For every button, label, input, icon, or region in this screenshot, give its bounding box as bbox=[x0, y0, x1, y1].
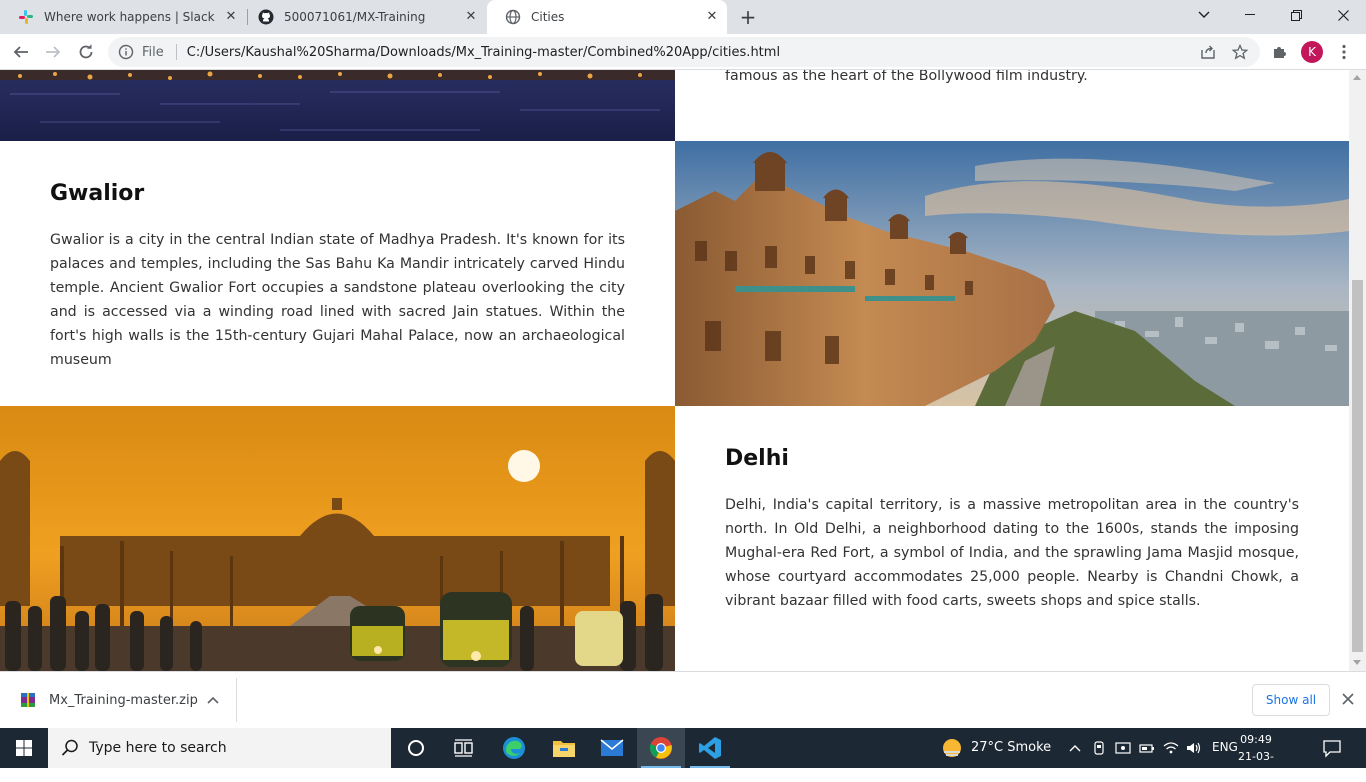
clock-date: 21-03-2022 bbox=[1238, 750, 1274, 780]
battery-icon[interactable] bbox=[1139, 740, 1155, 754]
page-content: famous as the heart of the Bollywood fil… bbox=[0, 70, 1349, 671]
new-tab-icon[interactable]: + bbox=[737, 6, 759, 28]
city-heading: Delhi bbox=[725, 446, 789, 471]
tab-github[interactable]: 500071061/MX-Training ✕ bbox=[240, 0, 486, 34]
share-icon[interactable] bbox=[1196, 40, 1220, 64]
chrome-taskbar-icon[interactable] bbox=[637, 728, 685, 768]
tab-title: Where work happens | Slack bbox=[44, 10, 215, 24]
chevron-up-icon[interactable] bbox=[205, 692, 221, 708]
file-explorer-icon[interactable] bbox=[540, 728, 588, 768]
close-window-icon[interactable] bbox=[1320, 0, 1366, 30]
downloads-bar: Mx_Training-master.zip Show all bbox=[0, 671, 1366, 728]
meet-now-icon[interactable] bbox=[1115, 740, 1131, 754]
notifications-icon[interactable] bbox=[1322, 738, 1342, 758]
address-bar[interactable]: File C:/Users/Kaushal%20Sharma/Downloads… bbox=[108, 37, 1260, 67]
close-downloads-icon[interactable] bbox=[1339, 690, 1357, 708]
menu-kebab-icon[interactable] bbox=[1332, 40, 1356, 64]
task-view-icon[interactable] bbox=[440, 728, 488, 768]
url-scheme-label: File bbox=[142, 44, 164, 60]
city-description: Delhi, India's capital territory, is a m… bbox=[725, 497, 1299, 609]
url-text[interactable]: C:/Users/Kaushal%20Sharma/Downloads/Mx_T… bbox=[187, 45, 780, 60]
scroll-up-arrow-icon[interactable] bbox=[1353, 75, 1361, 80]
info-icon[interactable] bbox=[118, 44, 134, 60]
forward-arrow-icon[interactable] bbox=[41, 40, 65, 64]
minimize-icon[interactable] bbox=[1227, 0, 1273, 30]
tab-close-icon[interactable]: ✕ bbox=[224, 10, 238, 24]
edge-browser-icon[interactable] bbox=[490, 728, 538, 768]
reload-icon[interactable] bbox=[74, 40, 98, 64]
city-description: Gwalior is a city in the central Indian … bbox=[50, 232, 625, 368]
cortana-icon[interactable] bbox=[392, 728, 440, 768]
tab-close-icon[interactable]: ✕ bbox=[464, 10, 478, 24]
taskbar-search-box[interactable]: Type here to search bbox=[48, 728, 391, 768]
bookmark-star-icon[interactable] bbox=[1228, 40, 1252, 64]
city-heading: Gwalior bbox=[50, 181, 145, 206]
mumbai-text-tail: famous as the heart of the Bollywood fil… bbox=[725, 70, 1299, 88]
gwalior-fort-image bbox=[675, 141, 1349, 406]
download-item[interactable]: Mx_Training-master.zip bbox=[0, 678, 237, 722]
tab-title: 500071061/MX-Training bbox=[284, 10, 426, 24]
scroll-down-arrow-icon[interactable] bbox=[1353, 660, 1361, 665]
tab-title: Cities bbox=[531, 10, 565, 24]
download-filename: Mx_Training-master.zip bbox=[49, 692, 198, 708]
back-arrow-icon[interactable] bbox=[9, 40, 33, 64]
tab-close-icon[interactable]: ✕ bbox=[705, 10, 719, 24]
slack-icon bbox=[18, 9, 34, 25]
tab-strip: Where work happens | Slack ✕ 500071061/M… bbox=[0, 0, 1366, 34]
show-all-button[interactable]: Show all bbox=[1252, 684, 1330, 716]
omnibox-divider bbox=[175, 44, 177, 60]
browser-toolbar: File C:/Users/Kaushal%20Sharma/Downloads… bbox=[0, 34, 1366, 70]
mail-icon[interactable] bbox=[588, 728, 636, 768]
tab-cities[interactable]: Cities ✕ bbox=[487, 0, 727, 34]
github-icon bbox=[258, 9, 274, 25]
weather-sun-icon[interactable] bbox=[941, 737, 963, 759]
vscode-icon[interactable] bbox=[686, 728, 734, 768]
page-scrollbar[interactable] bbox=[1349, 70, 1366, 671]
tray-chevron-up-icon[interactable] bbox=[1068, 740, 1082, 754]
clock-time: 09:49 bbox=[1240, 733, 1272, 746]
weather-text[interactable]: 27°C Smoke bbox=[971, 740, 1051, 755]
search-placeholder: Type here to search bbox=[89, 740, 227, 756]
tab-slack[interactable]: Where work happens | Slack ✕ bbox=[0, 0, 246, 34]
usb-device-icon[interactable] bbox=[1092, 740, 1106, 755]
windows-start-icon[interactable] bbox=[0, 728, 48, 768]
windows-taskbar: Type here to search 27°C Smoke ENG 09:49… bbox=[0, 728, 1366, 780]
taskbar-clock[interactable]: 09:49 21-03-2022 bbox=[1228, 731, 1284, 782]
wifi-icon[interactable] bbox=[1163, 740, 1179, 754]
volume-icon[interactable] bbox=[1186, 740, 1202, 754]
extensions-puzzle-icon[interactable] bbox=[1268, 40, 1292, 64]
scrollbar-thumb[interactable] bbox=[1352, 280, 1363, 652]
zip-archive-icon bbox=[20, 692, 36, 708]
delhi-image bbox=[0, 406, 675, 671]
city-gwalior-text: Gwalior Gwalior is a city in the central… bbox=[50, 181, 625, 372]
search-icon bbox=[60, 738, 80, 758]
city-delhi-text: Delhi Delhi, India's capital territory, … bbox=[725, 446, 1299, 613]
restore-icon[interactable] bbox=[1273, 0, 1319, 30]
tab-search-chevron-icon[interactable] bbox=[1181, 0, 1227, 30]
city-description: famous as the heart of the Bollywood fil… bbox=[725, 70, 1088, 84]
mumbai-image bbox=[0, 70, 675, 141]
profile-avatar[interactable]: K bbox=[1301, 41, 1323, 63]
globe-icon bbox=[505, 9, 521, 25]
